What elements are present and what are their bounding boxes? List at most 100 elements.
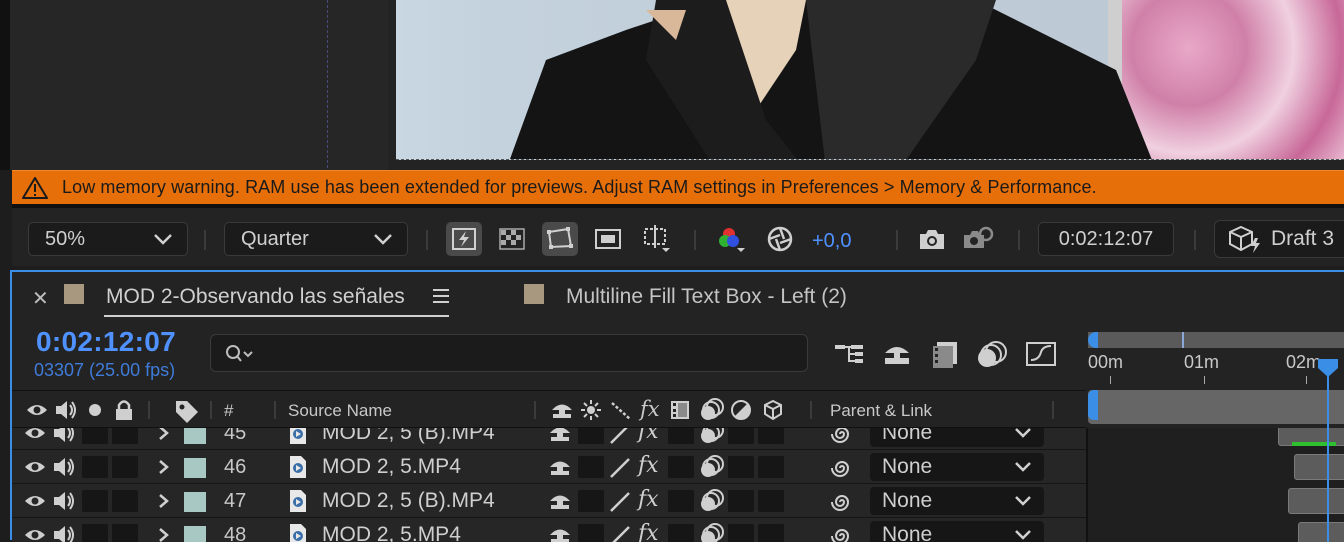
close-tab-button[interactable]: ✕	[32, 286, 49, 311]
pick-whip-icon[interactable]	[830, 456, 854, 480]
speaker-icon[interactable]	[52, 524, 76, 542]
eye-icon[interactable]	[24, 428, 46, 442]
work-area-bar[interactable]	[1088, 332, 1344, 348]
tab-comp-mod2[interactable]: MOD 2-Observando las señales	[106, 285, 405, 309]
parent-dropdown[interactable]: None	[870, 487, 1044, 515]
layer-row[interactable]: 47 MOD 2, 5 (B).MP4 fx None	[12, 484, 1344, 518]
mask-visibility-button[interactable]	[542, 222, 578, 256]
adjustment-switch[interactable]	[728, 456, 754, 478]
3d-switch[interactable]	[758, 524, 784, 542]
layer-source-name[interactable]: MOD 2, 5.MP4	[322, 523, 461, 542]
layer-track[interactable]	[1086, 518, 1344, 542]
layer-duration-bar[interactable]	[1288, 488, 1344, 514]
solo-switch[interactable]	[82, 456, 108, 478]
speaker-icon[interactable]	[52, 428, 76, 444]
layer-label-color[interactable]	[184, 458, 206, 478]
composition-viewer[interactable]	[0, 0, 1344, 170]
reset-exposure-button[interactable]	[762, 222, 798, 256]
resolution-dropdown[interactable]: Quarter	[224, 222, 408, 256]
effects-switch-icon[interactable]: fx	[638, 487, 659, 512]
quality-switch-icon[interactable]	[608, 524, 632, 542]
layer-source-name[interactable]: MOD 2, 5 (B).MP4	[322, 428, 495, 445]
layer-row[interactable]: 45 MOD 2, 5 (B).MP4 fx None	[12, 428, 1344, 450]
layer-track[interactable]	[1086, 428, 1344, 450]
quality-switch-icon[interactable]	[608, 428, 632, 446]
lock-icon[interactable]	[114, 399, 134, 421]
shy-switch-icon[interactable]	[548, 428, 572, 444]
adjustment-switch[interactable]	[728, 428, 754, 444]
effects-switch-icon[interactable]: fx	[638, 428, 659, 444]
playhead-line[interactable]	[1327, 368, 1329, 542]
renderer-dropdown[interactable]: Draft 3	[1214, 220, 1344, 258]
eye-icon[interactable]	[26, 401, 48, 419]
motion-blur-switch-icon[interactable]	[698, 454, 726, 480]
lock-switch[interactable]	[112, 428, 138, 444]
eye-icon[interactable]	[24, 458, 46, 476]
show-channel-button[interactable]	[714, 222, 750, 256]
layer-duration-bar[interactable]	[1294, 454, 1344, 480]
pick-whip-icon[interactable]	[830, 524, 854, 542]
shy-switch-icon[interactable]	[548, 524, 572, 542]
frame-blend-switch[interactable]	[668, 428, 694, 444]
collapse-switch[interactable]	[578, 428, 604, 444]
speaker-icon[interactable]	[52, 490, 76, 512]
region-of-interest-button[interactable]	[590, 222, 626, 256]
motion-blur-switch-icon[interactable]	[698, 488, 726, 514]
chevron-right-icon[interactable]	[158, 428, 170, 441]
chevron-right-icon[interactable]	[158, 493, 170, 509]
layer-track[interactable]	[1086, 484, 1344, 518]
magnification-dropdown[interactable]: 50%	[28, 222, 188, 256]
take-snapshot-button[interactable]	[914, 222, 950, 256]
quality-switch-icon[interactable]	[608, 456, 632, 480]
effects-switch-icon[interactable]: fx	[638, 453, 659, 478]
work-area-start-handle[interactable]	[1088, 332, 1098, 348]
pick-whip-icon[interactable]	[830, 490, 854, 514]
adjustment-switch[interactable]	[728, 524, 754, 542]
lock-switch[interactable]	[112, 490, 138, 512]
effects-switch-icon[interactable]: fx	[638, 521, 659, 542]
pick-whip-icon[interactable]	[830, 428, 854, 446]
column-source-name[interactable]: Source Name	[288, 401, 392, 421]
shy-switch-icon[interactable]	[548, 456, 572, 478]
layer-search-input[interactable]	[210, 334, 808, 372]
layer-row[interactable]: 48 MOD 2, 5.MP4 fx None	[12, 518, 1344, 542]
motion-blur-switch-icon[interactable]	[698, 522, 726, 542]
frame-blend-switch[interactable]	[668, 490, 694, 512]
lock-switch[interactable]	[112, 456, 138, 478]
label-tag-icon[interactable]	[174, 399, 200, 423]
speaker-icon[interactable]	[52, 456, 76, 478]
shy-switch-icon[interactable]	[548, 490, 572, 512]
layer-duration-bar[interactable]	[1298, 522, 1344, 542]
parent-dropdown[interactable]: None	[870, 453, 1044, 481]
exposure-value[interactable]: +0,0	[812, 230, 851, 253]
current-time-display[interactable]: 0:02:12:07	[1038, 222, 1174, 256]
layer-label-color[interactable]	[184, 428, 206, 444]
frame-blending-button[interactable]	[928, 338, 962, 370]
collapse-switch[interactable]	[578, 524, 604, 542]
speaker-icon[interactable]	[54, 399, 78, 421]
layer-label-color[interactable]	[184, 492, 206, 512]
comp-start-handle[interactable]	[1088, 390, 1098, 420]
motion-blur-button[interactable]	[976, 338, 1010, 370]
collapse-switch[interactable]	[578, 490, 604, 512]
current-time-display[interactable]: 0:02:12:07	[36, 326, 176, 358]
layer-track[interactable]	[1086, 450, 1344, 484]
3d-switch[interactable]	[758, 456, 784, 478]
show-snapshot-button[interactable]	[960, 222, 996, 256]
chevron-right-icon[interactable]	[158, 459, 170, 475]
tab-comp-multiline[interactable]: Multiline Fill Text Box - Left (2)	[566, 285, 847, 309]
panel-menu-icon[interactable]	[432, 288, 450, 304]
parent-dropdown[interactable]: None	[870, 428, 1044, 447]
solo-switch[interactable]	[82, 524, 108, 542]
adjustment-switch[interactable]	[728, 490, 754, 512]
lock-switch[interactable]	[112, 524, 138, 542]
motion-blur-switch-icon[interactable]	[698, 428, 726, 446]
parent-dropdown[interactable]: None	[870, 521, 1044, 542]
guides-button[interactable]	[638, 222, 674, 256]
frame-blend-switch[interactable]	[668, 524, 694, 542]
layer-row[interactable]: 46 MOD 2, 5.MP4 fx None	[12, 450, 1344, 484]
solo-icon[interactable]	[88, 403, 102, 417]
collapse-switch[interactable]	[578, 456, 604, 478]
quality-switch-icon[interactable]	[608, 490, 632, 514]
3d-switch[interactable]	[758, 428, 784, 444]
